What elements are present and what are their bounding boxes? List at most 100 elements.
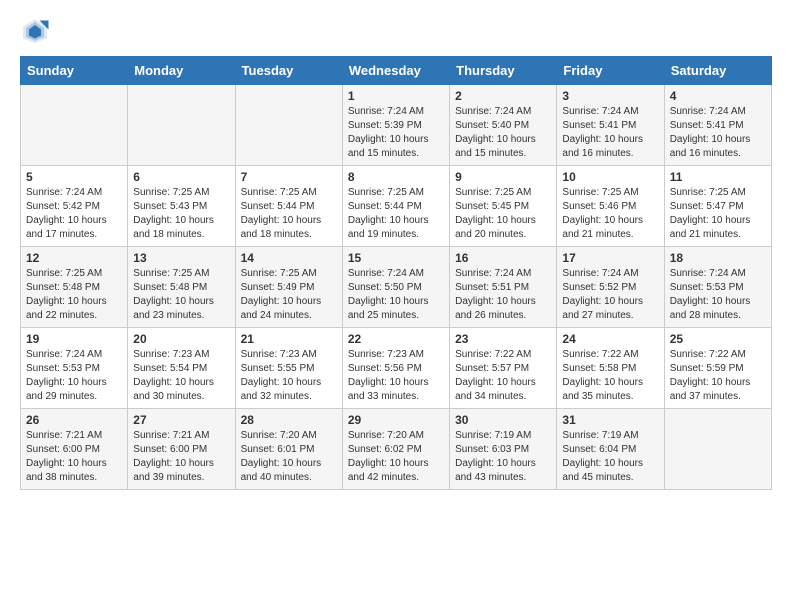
- day-info: Sunrise: 7:25 AM Sunset: 5:48 PM Dayligh…: [26, 267, 122, 323]
- calendar-cell: 21Sunrise: 7:23 AM Sunset: 5:55 PM Dayli…: [235, 328, 342, 409]
- calendar-table: SundayMondayTuesdayWednesdayThursdayFrid…: [20, 56, 772, 490]
- day-number: 16: [455, 251, 551, 265]
- day-info: Sunrise: 7:24 AM Sunset: 5:40 PM Dayligh…: [455, 105, 551, 161]
- calendar-cell: 12 Sunrise: 7:25 AM Sunset: 5:48 PM Dayli…: [21, 247, 128, 328]
- calendar-row: 1Sunrise: 7:24 AM Sunset: 5:39 PM Daylig…: [21, 85, 772, 166]
- calendar-cell: 3 Sunrise: 7:24 AM Sunset: 5:41 PM Daylig…: [557, 85, 664, 166]
- day-number: 3: [562, 89, 658, 103]
- day-info: Sunrise: 7:21 AM Sunset: 6:00 PM Dayligh…: [26, 429, 122, 485]
- day-number: 4: [670, 89, 766, 103]
- header-cell: Saturday: [664, 57, 771, 85]
- day-number: 30: [455, 413, 551, 427]
- day-number: 29: [348, 413, 444, 427]
- day-number: 27: [133, 413, 229, 427]
- day-number: 23: [455, 332, 551, 346]
- day-info: Sunrise: 7:25 AM Sunset: 5:46 PM Dayligh…: [562, 186, 658, 242]
- calendar-cell: 28 Sunrise: 7:20 AM Sunset: 6:01 PM Dayli…: [235, 409, 342, 490]
- page: SundayMondayTuesdayWednesdayThursdayFrid…: [0, 0, 792, 612]
- day-number: 10: [562, 170, 658, 184]
- day-number: 14: [241, 251, 337, 265]
- day-info: Sunrise: 7:23 AM Sunset: 5:54 PM Dayligh…: [133, 348, 229, 404]
- day-info: Sunrise: 7:20 AM Sunset: 6:01 PM Dayligh…: [241, 429, 337, 485]
- header-cell: Friday: [557, 57, 664, 85]
- calendar-cell: 9Sunrise: 7:25 AM Sunset: 5:45 PM Daylig…: [450, 166, 557, 247]
- day-info: Sunrise: 7:25 AM Sunset: 5:44 PM Dayligh…: [348, 186, 444, 242]
- calendar-cell: 25Sunrise: 7:22 AM Sunset: 5:59 PM Dayli…: [664, 328, 771, 409]
- day-info: Sunrise: 7:24 AM Sunset: 5:41 PM Dayligh…: [670, 105, 766, 161]
- header: [20, 16, 772, 46]
- calendar-cell: 19Sunrise: 7:24 AM Sunset: 5:53 PM Dayli…: [21, 328, 128, 409]
- header-cell: Wednesday: [342, 57, 449, 85]
- day-info: Sunrise: 7:24 AM Sunset: 5:53 PM Dayligh…: [670, 267, 766, 323]
- header-cell: Sunday: [21, 57, 128, 85]
- day-info: Sunrise: 7:24 AM Sunset: 5:50 PM Dayligh…: [348, 267, 444, 323]
- calendar-cell: 22 Sunrise: 7:23 AM Sunset: 5:56 PM Dayli…: [342, 328, 449, 409]
- day-number: 21: [241, 332, 337, 346]
- day-number: 31: [562, 413, 658, 427]
- header-cell: Thursday: [450, 57, 557, 85]
- logo-icon: [20, 16, 50, 46]
- header-row: SundayMondayTuesdayWednesdayThursdayFrid…: [21, 57, 772, 85]
- calendar-cell: 13Sunrise: 7:25 AM Sunset: 5:48 PM Dayli…: [128, 247, 235, 328]
- header-cell: Tuesday: [235, 57, 342, 85]
- calendar-cell: 11 Sunrise: 7:25 AM Sunset: 5:47 PM Dayli…: [664, 166, 771, 247]
- day-info: Sunrise: 7:24 AM Sunset: 5:51 PM Dayligh…: [455, 267, 551, 323]
- calendar-cell: 26 Sunrise: 7:21 AM Sunset: 6:00 PM Dayli…: [21, 409, 128, 490]
- day-number: 25: [670, 332, 766, 346]
- calendar-cell: 2 Sunrise: 7:24 AM Sunset: 5:40 PM Daylig…: [450, 85, 557, 166]
- calendar-cell: 16 Sunrise: 7:24 AM Sunset: 5:51 PM Dayli…: [450, 247, 557, 328]
- day-number: 20: [133, 332, 229, 346]
- header-cell: Monday: [128, 57, 235, 85]
- day-number: 8: [348, 170, 444, 184]
- calendar-cell: 31 Sunrise: 7:19 AM Sunset: 6:04 PM Dayli…: [557, 409, 664, 490]
- day-number: 5: [26, 170, 122, 184]
- calendar-cell: [235, 85, 342, 166]
- calendar-cell: 8 Sunrise: 7:25 AM Sunset: 5:44 PM Daylig…: [342, 166, 449, 247]
- calendar-row: 12 Sunrise: 7:25 AM Sunset: 5:48 PM Dayli…: [21, 247, 772, 328]
- day-number: 28: [241, 413, 337, 427]
- day-info: Sunrise: 7:24 AM Sunset: 5:41 PM Dayligh…: [562, 105, 658, 161]
- day-info: Sunrise: 7:22 AM Sunset: 5:58 PM Dayligh…: [562, 348, 658, 404]
- calendar-cell: 14 Sunrise: 7:25 AM Sunset: 5:49 PM Dayli…: [235, 247, 342, 328]
- day-info: Sunrise: 7:25 AM Sunset: 5:43 PM Dayligh…: [133, 186, 229, 242]
- calendar-cell: 4 Sunrise: 7:24 AM Sunset: 5:41 PM Daylig…: [664, 85, 771, 166]
- day-number: 1: [348, 89, 444, 103]
- calendar-cell: [21, 85, 128, 166]
- calendar-header: SundayMondayTuesdayWednesdayThursdayFrid…: [21, 57, 772, 85]
- day-number: 19: [26, 332, 122, 346]
- day-info: Sunrise: 7:19 AM Sunset: 6:04 PM Dayligh…: [562, 429, 658, 485]
- calendar-cell: 18 Sunrise: 7:24 AM Sunset: 5:53 PM Dayli…: [664, 247, 771, 328]
- calendar-body: 1Sunrise: 7:24 AM Sunset: 5:39 PM Daylig…: [21, 85, 772, 490]
- day-number: 2: [455, 89, 551, 103]
- day-number: 7: [241, 170, 337, 184]
- day-number: 18: [670, 251, 766, 265]
- calendar-cell: 1Sunrise: 7:24 AM Sunset: 5:39 PM Daylig…: [342, 85, 449, 166]
- day-info: Sunrise: 7:21 AM Sunset: 6:00 PM Dayligh…: [133, 429, 229, 485]
- calendar-cell: 17Sunrise: 7:24 AM Sunset: 5:52 PM Dayli…: [557, 247, 664, 328]
- day-number: 12: [26, 251, 122, 265]
- day-number: 11: [670, 170, 766, 184]
- day-info: Sunrise: 7:25 AM Sunset: 5:44 PM Dayligh…: [241, 186, 337, 242]
- calendar-cell: [664, 409, 771, 490]
- calendar-cell: 29 Sunrise: 7:20 AM Sunset: 6:02 PM Dayli…: [342, 409, 449, 490]
- day-info: Sunrise: 7:23 AM Sunset: 5:56 PM Dayligh…: [348, 348, 444, 404]
- day-info: Sunrise: 7:25 AM Sunset: 5:47 PM Dayligh…: [670, 186, 766, 242]
- calendar-row: 5 Sunrise: 7:24 AM Sunset: 5:42 PM Daylig…: [21, 166, 772, 247]
- day-number: 6: [133, 170, 229, 184]
- calendar-cell: 10 Sunrise: 7:25 AM Sunset: 5:46 PM Dayli…: [557, 166, 664, 247]
- day-number: 22: [348, 332, 444, 346]
- calendar-cell: 24Sunrise: 7:22 AM Sunset: 5:58 PM Dayli…: [557, 328, 664, 409]
- calendar-cell: 30Sunrise: 7:19 AM Sunset: 6:03 PM Dayli…: [450, 409, 557, 490]
- day-info: Sunrise: 7:20 AM Sunset: 6:02 PM Dayligh…: [348, 429, 444, 485]
- day-number: 15: [348, 251, 444, 265]
- calendar-row: 19Sunrise: 7:24 AM Sunset: 5:53 PM Dayli…: [21, 328, 772, 409]
- calendar-cell: 7 Sunrise: 7:25 AM Sunset: 5:44 PM Daylig…: [235, 166, 342, 247]
- day-info: Sunrise: 7:24 AM Sunset: 5:42 PM Dayligh…: [26, 186, 122, 242]
- day-number: 13: [133, 251, 229, 265]
- day-number: 17: [562, 251, 658, 265]
- day-number: 26: [26, 413, 122, 427]
- calendar-cell: 23Sunrise: 7:22 AM Sunset: 5:57 PM Dayli…: [450, 328, 557, 409]
- calendar-cell: 5 Sunrise: 7:24 AM Sunset: 5:42 PM Daylig…: [21, 166, 128, 247]
- day-info: Sunrise: 7:25 AM Sunset: 5:49 PM Dayligh…: [241, 267, 337, 323]
- day-number: 9: [455, 170, 551, 184]
